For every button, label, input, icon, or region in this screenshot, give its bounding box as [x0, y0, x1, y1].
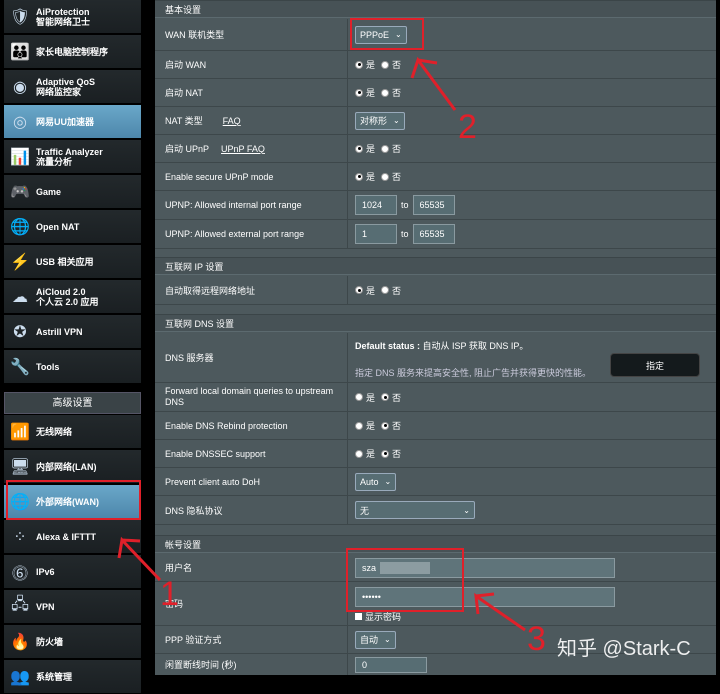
watermark: 知乎 @Stark-C — [557, 638, 691, 660]
arrow-2 — [410, 56, 457, 111]
annotation-arrows — [117, 56, 526, 632]
annotation-number-1: 1 — [160, 575, 179, 613]
annotation-number-3: 3 — [527, 620, 546, 658]
annotation-number-2: 2 — [458, 108, 477, 146]
arrow-3 — [474, 592, 526, 632]
arrow-1 — [117, 536, 162, 582]
